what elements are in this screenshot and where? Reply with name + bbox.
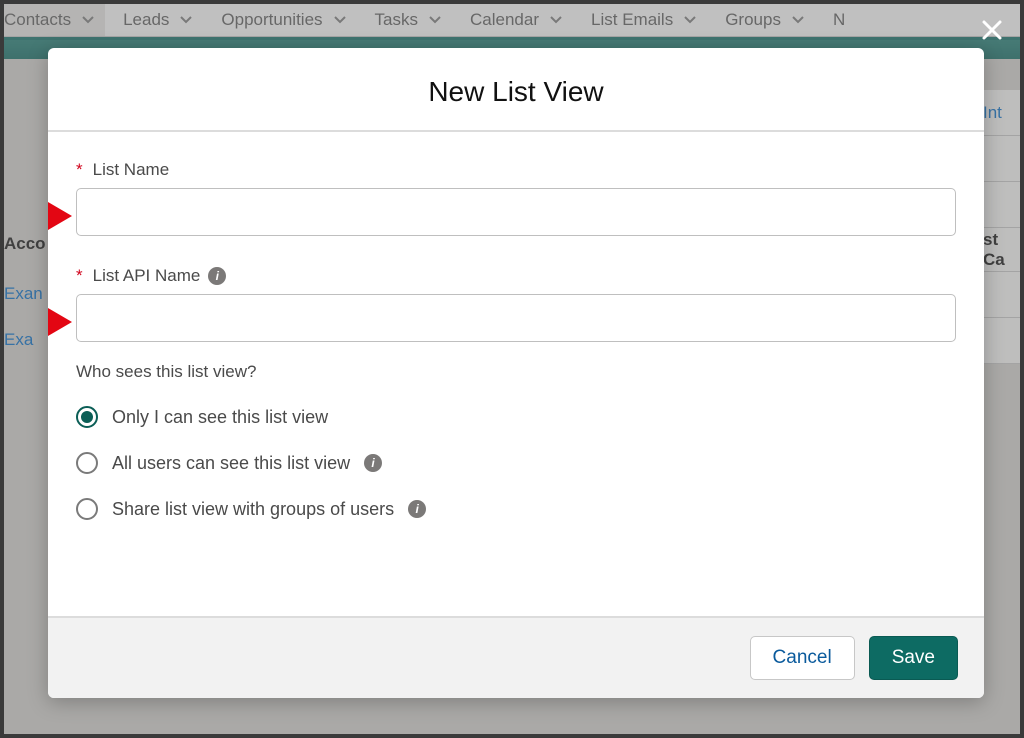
radio-share-groups[interactable]: Share list view with groups of users i xyxy=(76,498,956,520)
info-icon[interactable]: i xyxy=(364,454,382,472)
list-name-label: * List Name xyxy=(76,160,956,180)
radio-all-users[interactable]: All users can see this list view i xyxy=(76,452,956,474)
info-icon[interactable]: i xyxy=(208,267,226,285)
required-icon: * xyxy=(76,266,83,286)
new-list-view-modal: New List View * List Name * List API Nam… xyxy=(48,48,984,698)
cancel-button[interactable]: Cancel xyxy=(750,636,855,680)
list-api-name-input[interactable] xyxy=(76,294,956,342)
modal-title: New List View xyxy=(48,48,984,130)
label-text: List Name xyxy=(93,160,170,180)
info-icon[interactable]: i xyxy=(408,500,426,518)
radio-label: Share list view with groups of users xyxy=(112,499,394,520)
radio-icon xyxy=(76,452,98,474)
list-name-input[interactable] xyxy=(76,188,956,236)
visibility-question: Who sees this list view? xyxy=(76,362,956,382)
annotation-arrow-icon xyxy=(10,196,72,236)
save-button[interactable]: Save xyxy=(869,636,958,680)
modal-footer: Cancel Save xyxy=(48,616,984,698)
annotation-arrow-icon xyxy=(10,302,72,342)
list-api-name-label: * List API Name i xyxy=(76,266,956,286)
radio-label: Only I can see this list view xyxy=(112,407,328,428)
radio-label: All users can see this list view xyxy=(112,453,350,474)
radio-icon xyxy=(76,406,98,428)
radio-only-me[interactable]: Only I can see this list view xyxy=(76,406,956,428)
label-text: List API Name xyxy=(93,266,201,286)
close-icon[interactable] xyxy=(980,18,1004,42)
radio-icon xyxy=(76,498,98,520)
required-icon: * xyxy=(76,160,83,180)
